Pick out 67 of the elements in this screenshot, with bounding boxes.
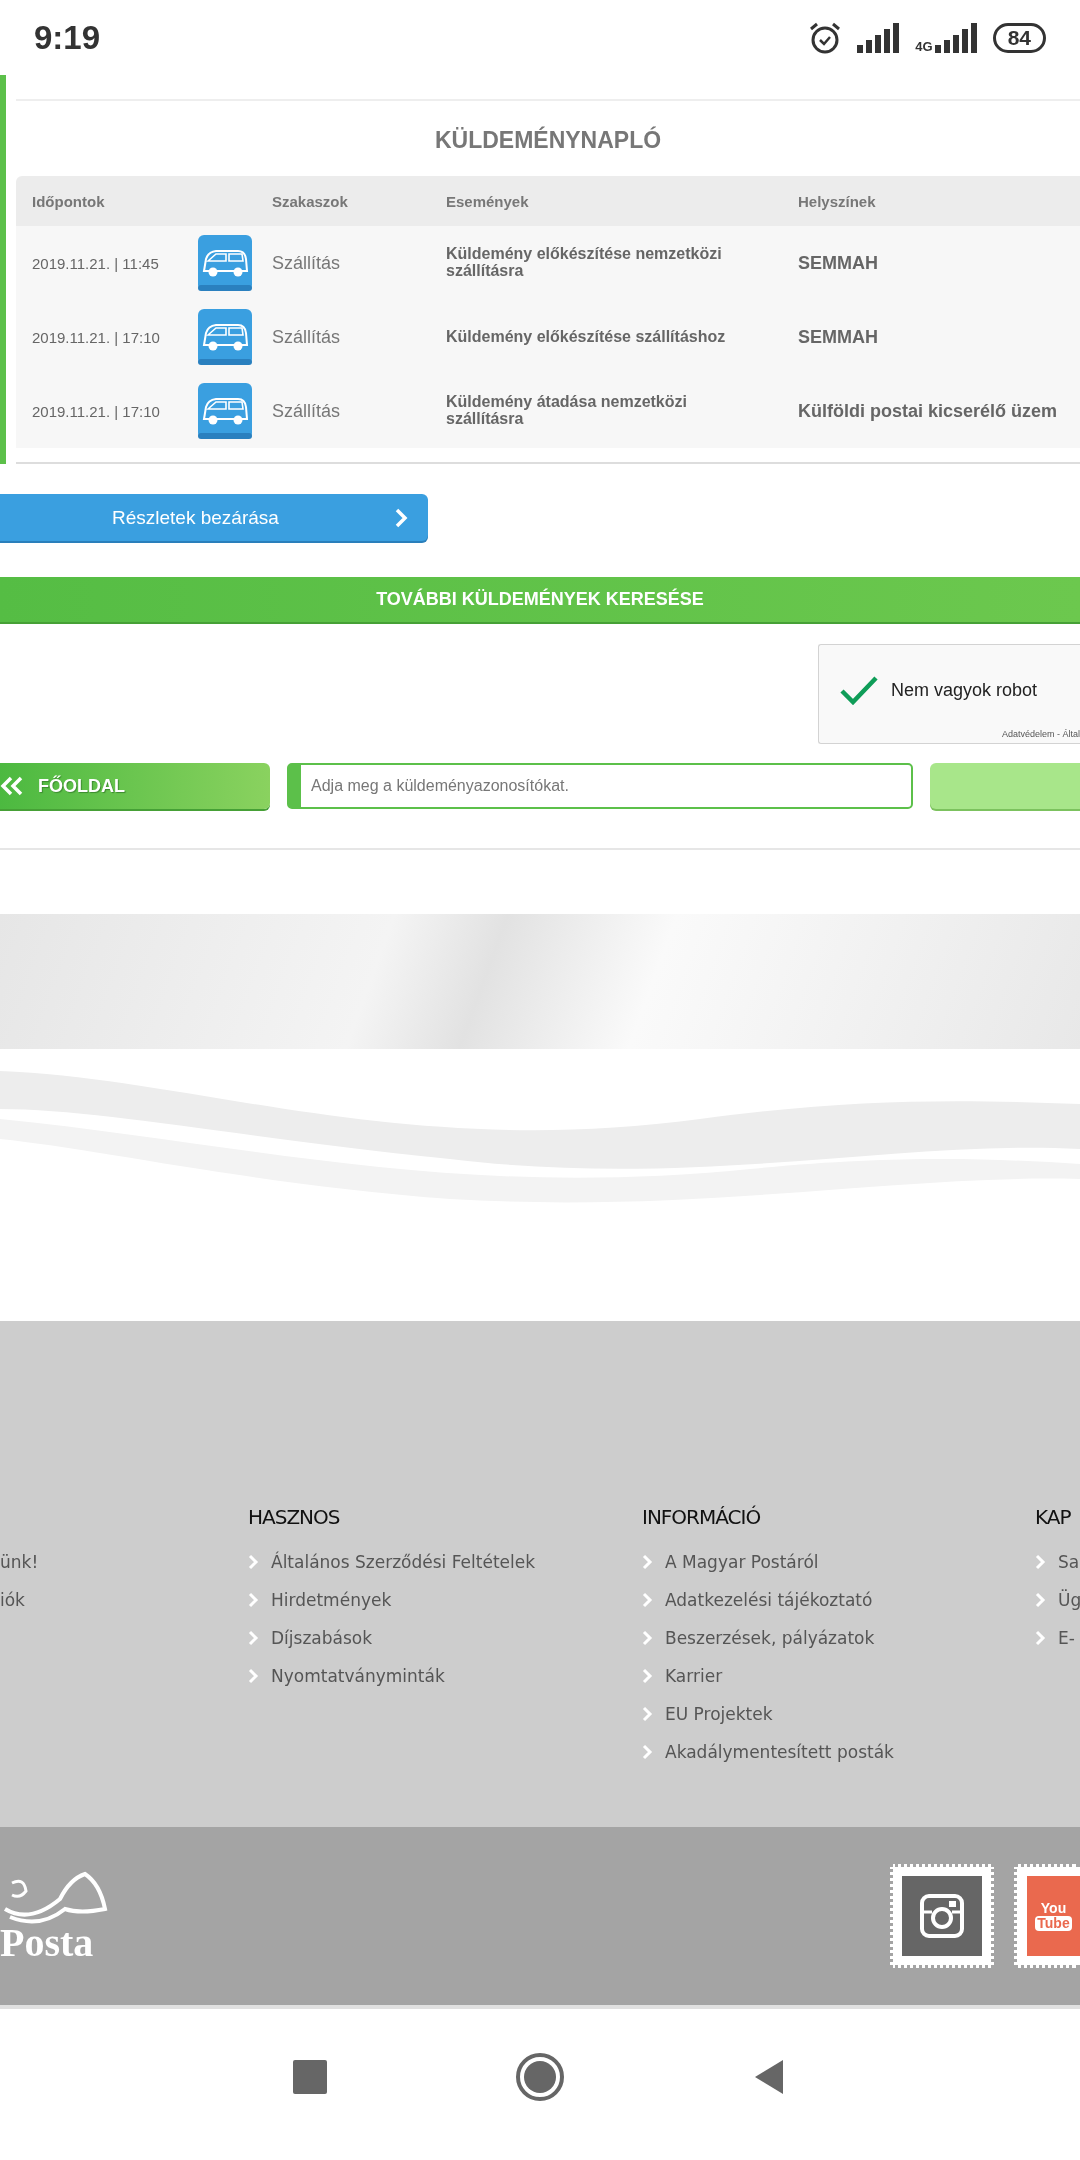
chevron-right-icon	[1035, 1554, 1046, 1570]
column-header: Helyszínek	[798, 192, 877, 210]
footer-link[interactable]: ünk!	[0, 1552, 39, 1572]
column-header: Események	[446, 192, 530, 210]
chevron-right-icon	[642, 1668, 653, 1684]
footer-link[interactable]: Díjszabások	[271, 1628, 373, 1648]
home-icon[interactable]	[515, 2051, 565, 2102]
footer-heading: HASZNOS	[248, 1505, 341, 1531]
footer-link[interactable]: Beszerzések, pályázatok	[665, 1628, 875, 1648]
footer-link[interactable]: Sa	[1058, 1552, 1080, 1572]
table-cell-text: 2019.11.21. | 11:45	[31, 254, 160, 272]
double-chevron-left-icon	[0, 776, 24, 796]
footer-link[interactable]: Hirdetmények	[271, 1590, 392, 1610]
chevron-right-icon	[248, 1554, 259, 1570]
van-icon	[198, 235, 252, 291]
table-cell-text: Szállítás	[272, 252, 342, 274]
footer-heading: INFORMÁCIÓ	[642, 1505, 762, 1531]
chevron-right-icon	[394, 506, 408, 529]
table-cell-text: Küldemény átadása nemzetközi szállításra	[446, 394, 688, 428]
chevron-right-icon	[1035, 1592, 1046, 1608]
close-details-button[interactable]: Részletek bezárása	[0, 494, 428, 541]
footer-link[interactable]: E-	[1058, 1628, 1075, 1648]
video-stamp-link[interactable]: You Tube	[1027, 1876, 1080, 1956]
chevron-right-icon	[642, 1630, 653, 1646]
chevron-right-icon	[642, 1706, 653, 1722]
table-cell-text: 2019.11.21. | 17:10	[31, 402, 161, 420]
footer-link[interactable]: A Magyar Postáról	[665, 1552, 819, 1572]
footer-link[interactable]: Karrier	[665, 1666, 723, 1686]
table-cell-text: Szállítás	[272, 400, 342, 422]
footer-link[interactable]: Általános Szerződési Feltételek	[271, 1552, 536, 1572]
van-icon	[198, 309, 252, 365]
privacy-link[interactable]: Adatvédelem - Által	[1001, 729, 1080, 743]
table-cell-text: SEMMAH	[798, 252, 879, 274]
network-type: 4G	[915, 39, 933, 53]
chevron-right-icon	[248, 1630, 259, 1646]
footer-link[interactable]: Adatkezelési tájékoztató	[665, 1590, 873, 1610]
chevron-right-icon	[1035, 1630, 1046, 1646]
status-time: 9:19	[34, 18, 101, 57]
table-cell-text: SEMMAH	[798, 326, 879, 348]
chevron-right-icon	[642, 1744, 653, 1760]
chevron-right-icon	[642, 1592, 653, 1608]
footer-link[interactable]: Akadálymentesített posták	[665, 1742, 894, 1762]
footer-link[interactable]: Nyomtatványminták	[271, 1666, 445, 1686]
chevron-right-icon	[248, 1592, 259, 1608]
logo-text: Posta	[0, 1923, 95, 1963]
column-header: Szakaszok	[272, 192, 349, 210]
chevron-right-icon	[248, 1668, 259, 1684]
signal-icon	[934, 22, 979, 53]
tracking-number-field[interactable]: Adja meg a küldeményazonosítókat.	[287, 763, 913, 809]
table-cell-text: Szállítás	[272, 326, 342, 348]
checkmark-icon[interactable]	[839, 675, 879, 705]
column-header: Időpontok	[31, 192, 106, 210]
table-cell-text: Külföldi postai kicserélő üzem	[798, 400, 1059, 422]
battery-level: 84	[992, 22, 1046, 53]
section-title: KÜLDEMÉNYNAPLÓ	[434, 125, 662, 155]
footer-link[interactable]: iók	[0, 1590, 25, 1610]
signal-icon	[857, 22, 902, 53]
camera-stamp-icon[interactable]	[902, 1876, 982, 1956]
footer-link[interactable]: EU Projektek	[665, 1704, 773, 1724]
van-icon	[198, 383, 252, 439]
checkbox-label: Nem vagyok robot	[891, 679, 1038, 701]
table-cell-text: Küldemény előkészítése nemzetközi szállításra	[446, 246, 723, 280]
table-cell-text: 2019.11.21. | 17:10	[31, 328, 161, 346]
footer-link[interactable]: Üg	[1058, 1590, 1080, 1610]
chevron-right-icon	[642, 1554, 653, 1570]
table-cell-text: Küldemény előkészítése szállításhoz	[446, 328, 727, 346]
footer-heading: KAP	[1035, 1505, 1072, 1531]
